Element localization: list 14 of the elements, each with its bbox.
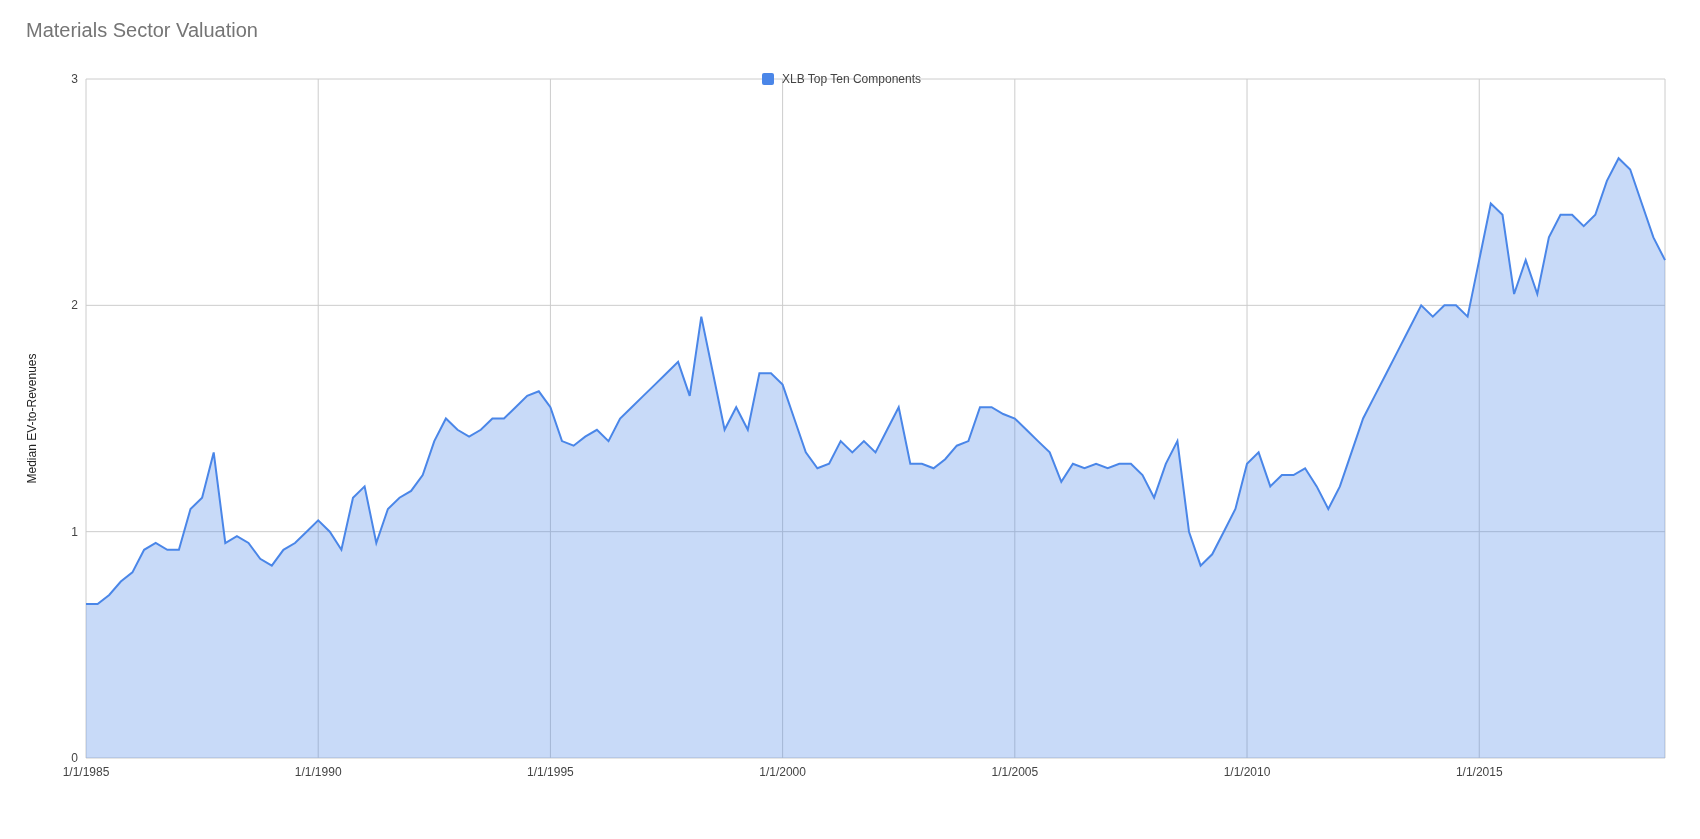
y-axis-label: Median EV-to-Revenues [25,353,39,484]
x-tick-label: 1/1/2010 [1223,765,1271,779]
chart-title: Materials Sector Valuation [26,18,258,43]
x-tick-label: 1/1/1995 [527,765,574,779]
y-tick-label: 3 [71,72,78,86]
x-tick-label: 1/1/2005 [991,765,1039,779]
y-tick-label: 2 [71,298,78,313]
x-tick-label: 1/1/2000 [759,765,806,779]
y-tick-label: 0 [71,751,78,765]
legend-label: XLB Top Ten Components [782,72,921,86]
x-tick-label: 1/1/1990 [294,765,342,779]
y-tick-label: 1 [71,524,78,539]
x-tick-label: 1/1/1985 [62,765,110,779]
x-tick-label: 1/1/2015 [1455,765,1503,779]
